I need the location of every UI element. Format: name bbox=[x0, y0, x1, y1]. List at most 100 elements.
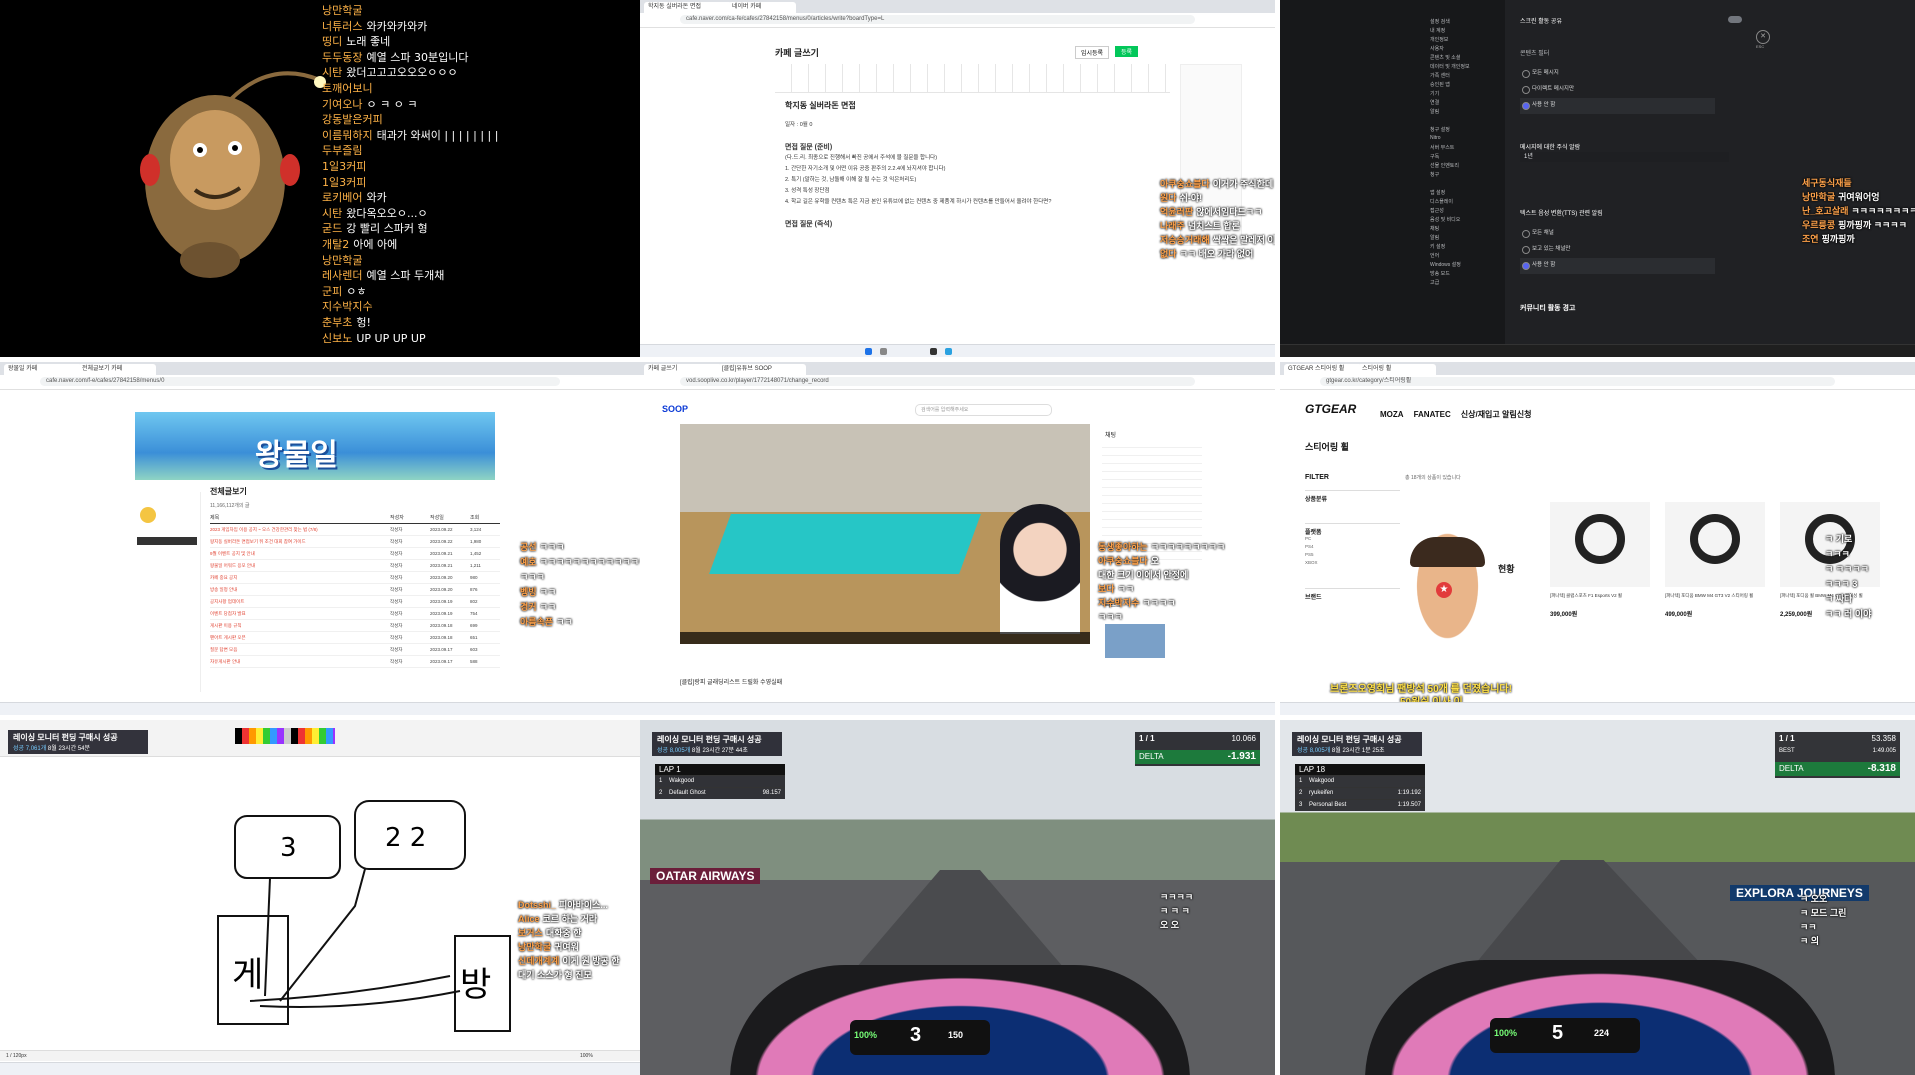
settings-menu-item[interactable]: 채팅 bbox=[1430, 225, 1500, 234]
settings-menu-item[interactable]: 방송 모드 bbox=[1430, 270, 1500, 279]
settings-menu-item[interactable]: 접근성 bbox=[1430, 207, 1500, 216]
url-input[interactable]: cafe.naver.com/f-e/cafes/27842158/menus/… bbox=[40, 377, 560, 386]
settings-menu-item[interactable]: 승인된 앱 bbox=[1430, 81, 1500, 90]
filter-item[interactable]: PC bbox=[1305, 536, 1400, 544]
table-row[interactable]: 방송 일정 안내 작성자 2023.09.20 876 bbox=[210, 584, 500, 596]
table-cell[interactable]: 방송 일정 안내 bbox=[210, 584, 390, 595]
settings-menu-item[interactable]: 구독 bbox=[1430, 153, 1500, 162]
browser-tab[interactable]: GTGEAR 스티어링 휠 bbox=[1284, 364, 1362, 375]
table-cell[interactable]: 질문 답변 모음 bbox=[210, 644, 390, 655]
table-cell[interactable]: 게시판 이용 규칙 bbox=[210, 620, 390, 631]
settings-menu-item[interactable]: 청구 설정 bbox=[1430, 126, 1500, 135]
filter-item[interactable]: XBOX bbox=[1305, 560, 1400, 568]
table-row[interactable]: 자유게시판 안내 작성자 2023.09.17 588 bbox=[210, 656, 500, 668]
table-row[interactable]: 왕물일 어워드 응모 안내 작성자 2023.09.21 1,211 bbox=[210, 560, 500, 572]
brand-logo[interactable]: GTGEAR bbox=[1305, 402, 1356, 416]
filter-group-title[interactable]: 플랫폼 bbox=[1305, 523, 1400, 536]
product-card[interactable]: [파나텍] 포디움 BMW M4 GT3 V2 스티어링 휠 499,000원 bbox=[1665, 502, 1770, 618]
table-cell[interactable]: 팬아트 게시판 오픈 bbox=[210, 632, 390, 643]
browser-icon[interactable] bbox=[945, 348, 952, 355]
table-row[interactable]: 이벤트 당첨자 발표 작성자 2023.09.19 754 bbox=[210, 608, 500, 620]
url-input[interactable]: cafe.naver.com/ca-fe/cafes/27842158/menu… bbox=[680, 15, 1195, 24]
table-row[interactable]: 9월 이벤트 공지 및 안내 작성자 2023.09.21 1,452 bbox=[210, 548, 500, 560]
player-controls[interactable] bbox=[680, 632, 1090, 644]
settings-menu-item[interactable]: 앱 설정 bbox=[1430, 189, 1500, 198]
settings-menu-item[interactable]: 디스플레이 bbox=[1430, 198, 1500, 207]
browser-tab[interactable]: 카페 글쓰기 bbox=[644, 364, 722, 375]
table-cell[interactable]: 왕지동 실버라돈 면접보기 뒤 조건 대회 참여 가이드 bbox=[210, 536, 390, 547]
browser-tab[interactable]: 네이버 카페 bbox=[728, 2, 796, 13]
radio-option[interactable]: 모든 채널 bbox=[1520, 226, 1715, 242]
color-palette[interactable] bbox=[235, 728, 335, 744]
table-row[interactable]: 2023 게임차임 이용 공지 ~ 오스 건강한관리 찾는 법 (7/8) 작성자… bbox=[210, 524, 500, 536]
filter-item[interactable]: PS5 bbox=[1305, 552, 1400, 560]
brand-nav-item[interactable]: FANATEC bbox=[1414, 410, 1451, 419]
settings-menu-item[interactable]: 가족 센터 bbox=[1430, 72, 1500, 81]
start-icon[interactable] bbox=[865, 348, 872, 355]
table-cell[interactable]: 이벤트 당첨자 발표 bbox=[210, 608, 390, 619]
table-cell[interactable]: 9월 이벤트 공지 및 안내 bbox=[210, 548, 390, 559]
filter-group-title[interactable]: 상품분류 bbox=[1305, 490, 1400, 503]
settings-menu-item[interactable]: 알림 bbox=[1430, 234, 1500, 243]
settings-menu-item[interactable]: 키 설정 bbox=[1430, 243, 1500, 252]
search-icon[interactable] bbox=[880, 348, 887, 355]
table-cell[interactable]: 카페 중요 공지 bbox=[210, 572, 390, 583]
browser-tab[interactable]: [클립]유튜브 SOOP bbox=[718, 364, 806, 375]
soop-logo[interactable]: SOOP bbox=[662, 404, 688, 414]
settings-menu-item[interactable]: 알림 bbox=[1430, 108, 1500, 117]
settings-menu-item[interactable]: 선물 인벤토리 bbox=[1430, 162, 1500, 171]
table-row[interactable]: 질문 답변 모음 작성자 2023.09.17 603 bbox=[210, 644, 500, 656]
brand-nav-item[interactable]: MOZA bbox=[1380, 410, 1404, 419]
settings-menu-item[interactable]: 음성 및 비디오 bbox=[1430, 216, 1500, 225]
settings-menu-item[interactable] bbox=[1430, 180, 1500, 189]
write-button[interactable] bbox=[137, 537, 197, 545]
table-row[interactable]: 팬아트 게시판 오픈 작성자 2023.09.18 651 bbox=[210, 632, 500, 644]
settings-menu-item[interactable]: 연결 bbox=[1430, 99, 1500, 108]
settings-menu-item[interactable] bbox=[1430, 117, 1500, 126]
duration-select[interactable]: 1년 bbox=[1520, 152, 1729, 162]
radio-option[interactable]: 모든 메시지 bbox=[1520, 66, 1715, 82]
settings-menu-item[interactable]: 콘텐츠 및 소셜 bbox=[1430, 54, 1500, 63]
browser-tab[interactable]: 왕물일 카페 bbox=[4, 364, 82, 375]
settings-menu-item[interactable]: 언어 bbox=[1430, 252, 1500, 261]
settings-menu-item[interactable]: 서버 부스트 bbox=[1430, 144, 1500, 153]
table-row[interactable]: 왕지동 실버라돈 면접보기 뒤 조건 대회 참여 가이드 작성자 2023.09.2… bbox=[210, 536, 500, 548]
settings-menu-item[interactable]: 내 계정 bbox=[1430, 27, 1500, 36]
settings-menu-item[interactable]: 데이터 및 개인정보 bbox=[1430, 63, 1500, 72]
toggle-switch[interactable] bbox=[1728, 16, 1742, 23]
table-cell[interactable]: 공지사항 업데이트 bbox=[210, 596, 390, 607]
table-row[interactable]: 카페 중요 공지 작성자 2023.09.20 980 bbox=[210, 572, 500, 584]
url-input[interactable]: gtgear.co.kr/category/스티어링휠 bbox=[1320, 377, 1835, 386]
browser-tab[interactable]: 학지동 실버라돈 면접 bbox=[644, 2, 732, 13]
video-player[interactable] bbox=[680, 424, 1090, 644]
settings-menu-item[interactable]: Nitro bbox=[1430, 135, 1500, 144]
table-cell[interactable]: 자유게시판 안내 bbox=[210, 656, 390, 667]
temp-save-button[interactable]: 임시등록 bbox=[1075, 46, 1110, 59]
close-button[interactable]: ✕ bbox=[1756, 30, 1770, 44]
radio-option[interactable]: 사용 안 함 bbox=[1520, 258, 1715, 274]
table-cell[interactable]: 왕물일 어워드 응모 안내 bbox=[210, 560, 390, 571]
settings-menu-item[interactable]: 고급 bbox=[1430, 279, 1500, 288]
product-card[interactable]: [파나텍] 클럽스포츠 F1 Esports V2 휠 399,000원 bbox=[1550, 502, 1655, 618]
browser-tab[interactable]: 스티어링 휠 bbox=[1358, 364, 1436, 375]
list-thumbnail[interactable] bbox=[1105, 624, 1165, 658]
table-cell[interactable]: 2023 게임차임 이용 공지 ~ 오스 건강한관리 찾는 법 (7/8) bbox=[210, 524, 390, 535]
filter-item[interactable]: PS4 bbox=[1305, 544, 1400, 552]
radio-option[interactable]: 다이렉트 메시지만 bbox=[1520, 82, 1715, 98]
browser-tab[interactable]: 전체글보기 카페 bbox=[78, 364, 156, 375]
filter-group-title[interactable]: 브랜드 bbox=[1305, 588, 1400, 601]
app-icon[interactable] bbox=[930, 348, 937, 355]
search-input[interactable]: 검색어를 입력해주세요 bbox=[915, 404, 1052, 416]
radio-option[interactable]: 사용 안 함 bbox=[1520, 98, 1715, 114]
url-input[interactable]: vod.sooplive.co.kr/player/1772148071/cha… bbox=[680, 377, 1195, 386]
settings-menu-item[interactable]: 기기 bbox=[1430, 90, 1500, 99]
settings-menu-item[interactable]: 개인정보 bbox=[1430, 36, 1500, 45]
settings-menu-item[interactable]: Windows 설정 bbox=[1430, 261, 1500, 270]
post-body[interactable]: 일자 : 0월 0 면접 질문 (준비) (다.드.리. 최종으로 진행해서 빠진 … bbox=[785, 120, 1170, 230]
table-row[interactable]: 게시판 이용 규칙 작성자 2023.09.18 699 bbox=[210, 620, 500, 632]
settings-menu-item[interactable]: 사용자 bbox=[1430, 45, 1500, 54]
radio-option[interactable]: 보고 있는 채널만 bbox=[1520, 242, 1715, 258]
settings-menu-item[interactable]: 청구 bbox=[1430, 171, 1500, 180]
settings-menu-item[interactable]: 설정 검색 bbox=[1430, 18, 1500, 27]
table-row[interactable]: 공지사항 업데이트 작성자 2023.09.19 802 bbox=[210, 596, 500, 608]
